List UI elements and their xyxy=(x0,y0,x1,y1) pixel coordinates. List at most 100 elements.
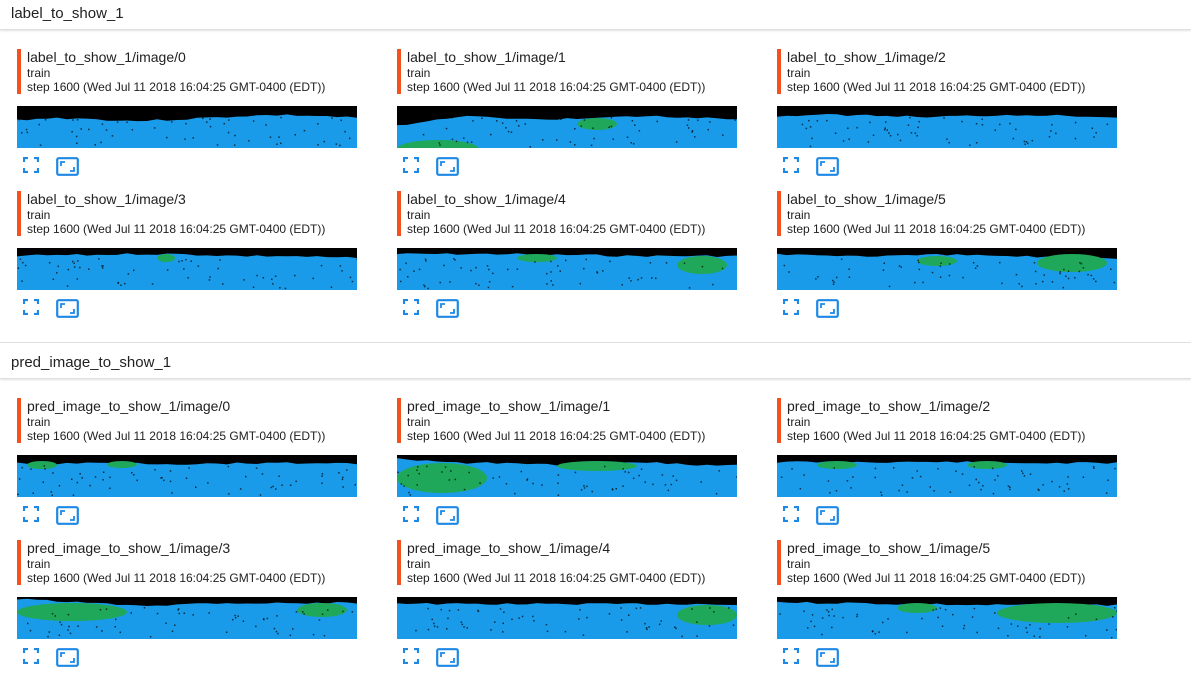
card-step: step 1600 (Wed Jul 11 2018 16:04:25 GMT-… xyxy=(407,80,706,94)
actual-size-button[interactable] xyxy=(816,299,839,322)
actual-size-button[interactable] xyxy=(816,506,839,529)
actual-size-button[interactable] xyxy=(436,299,459,319)
card-header: label_to_show_1/image/5 train step 1600 … xyxy=(777,191,1119,236)
card-header: label_to_show_1/image/1 train step 1600 … xyxy=(397,49,739,94)
card-actions xyxy=(17,639,359,669)
card-image[interactable] xyxy=(17,597,357,639)
card-image[interactable] xyxy=(397,597,737,639)
actual-size-icon xyxy=(816,157,839,180)
actual-size-icon xyxy=(56,157,79,180)
card-step: step 1600 (Wed Jul 11 2018 16:04:25 GMT-… xyxy=(407,571,706,585)
fullscreen-button[interactable] xyxy=(402,505,425,526)
actual-size-button[interactable] xyxy=(56,506,79,526)
card-step: step 1600 (Wed Jul 11 2018 16:04:25 GMT-… xyxy=(27,80,326,94)
card-step: step 1600 (Wed Jul 11 2018 16:04:25 GMT-… xyxy=(407,222,706,236)
fullscreen-button[interactable] xyxy=(22,298,45,319)
card-run: train xyxy=(407,557,431,571)
card-title: pred_image_to_show_1/image/0 xyxy=(27,398,231,414)
card-run: train xyxy=(407,208,431,222)
card-header: label_to_show_1/image/2 train step 1600 … xyxy=(777,49,1119,94)
card-title: label_to_show_1/image/5 xyxy=(787,191,946,207)
card-actions xyxy=(777,497,1119,527)
card-run: train xyxy=(407,66,431,80)
actual-size-button[interactable] xyxy=(436,648,459,671)
actual-size-button[interactable] xyxy=(56,299,79,319)
card-title: label_to_show_1/image/4 xyxy=(407,191,566,207)
card-run: train xyxy=(787,66,811,80)
fullscreen-button[interactable] xyxy=(402,156,425,177)
card-actions xyxy=(397,290,739,320)
card-image[interactable] xyxy=(777,106,1117,148)
card-actions xyxy=(397,148,739,178)
fullscreen-button[interactable] xyxy=(22,647,45,668)
actual-size-button[interactable] xyxy=(56,157,79,180)
actual-size-button[interactable] xyxy=(816,648,839,668)
fullscreen-icon xyxy=(402,298,420,319)
card-image[interactable] xyxy=(17,106,357,148)
card-run: train xyxy=(787,557,811,571)
card-actions xyxy=(397,497,739,527)
image-card: label_to_show_1/image/3 train step 1600 … xyxy=(17,191,359,320)
fullscreen-icon xyxy=(782,647,800,668)
actual-size-icon xyxy=(56,648,79,671)
fullscreen-button[interactable] xyxy=(782,298,805,319)
card-grid: label_to_show_1/image/0 train step 1600 … xyxy=(0,30,1191,342)
card-step: step 1600 (Wed Jul 11 2018 16:04:25 GMT-… xyxy=(787,80,1086,94)
fullscreen-button[interactable] xyxy=(22,156,45,177)
image-card: pred_image_to_show_1/image/3 train step … xyxy=(17,540,359,669)
fullscreen-button[interactable] xyxy=(22,505,45,526)
fullscreen-button[interactable] xyxy=(402,647,425,668)
card-run: train xyxy=(27,208,51,222)
section-title[interactable]: pred_image_to_show_1 xyxy=(0,342,1191,379)
fullscreen-button[interactable] xyxy=(782,156,805,177)
card-title: label_to_show_1/image/2 xyxy=(787,49,946,65)
fullscreen-button[interactable] xyxy=(782,647,805,668)
card-run: train xyxy=(27,415,51,429)
fullscreen-button[interactable] xyxy=(782,505,805,526)
card-run: train xyxy=(787,415,811,429)
card-header: label_to_show_1/image/4 train step 1600 … xyxy=(397,191,739,236)
card-image[interactable] xyxy=(397,248,737,290)
actual-size-icon xyxy=(816,506,839,529)
actual-size-button[interactable] xyxy=(436,506,459,529)
actual-size-button[interactable] xyxy=(436,157,459,177)
actual-size-icon xyxy=(436,506,459,529)
card-image[interactable] xyxy=(397,106,737,148)
actual-size-button[interactable] xyxy=(56,648,79,671)
fullscreen-icon xyxy=(782,298,800,319)
fullscreen-button[interactable] xyxy=(402,298,425,319)
card-image[interactable] xyxy=(17,248,357,290)
card-image[interactable] xyxy=(17,455,357,497)
card-title: label_to_show_1/image/3 xyxy=(27,191,186,207)
card-title: pred_image_to_show_1/image/5 xyxy=(787,540,991,556)
actual-size-button[interactable] xyxy=(816,157,839,180)
card-header: label_to_show_1/image/0 train step 1600 … xyxy=(17,49,359,94)
image-card: pred_image_to_show_1/image/4 train step … xyxy=(397,540,739,669)
image-card: label_to_show_1/image/4 train step 1600 … xyxy=(397,191,739,320)
fullscreen-icon xyxy=(402,156,420,177)
card-image[interactable] xyxy=(777,455,1117,497)
card-title: pred_image_to_show_1/image/1 xyxy=(407,398,611,414)
card-title: label_to_show_1/image/0 xyxy=(27,49,186,65)
actual-size-icon xyxy=(436,648,459,671)
card-step: step 1600 (Wed Jul 11 2018 16:04:25 GMT-… xyxy=(787,429,1086,443)
card-header: label_to_show_1/image/3 train step 1600 … xyxy=(17,191,359,236)
card-title: pred_image_to_show_1/image/2 xyxy=(787,398,991,414)
card-title: label_to_show_1/image/1 xyxy=(407,49,566,65)
fullscreen-icon xyxy=(22,156,40,177)
actual-size-icon xyxy=(816,299,839,322)
image-card: label_to_show_1/image/2 train step 1600 … xyxy=(777,49,1119,178)
card-image[interactable] xyxy=(397,455,737,497)
card-image[interactable] xyxy=(777,248,1117,290)
card-header: pred_image_to_show_1/image/3 train step … xyxy=(17,540,359,585)
card-image[interactable] xyxy=(777,597,1117,639)
card-header: pred_image_to_show_1/image/2 train step … xyxy=(777,398,1119,443)
image-card: pred_image_to_show_1/image/5 train step … xyxy=(777,540,1119,669)
card-header: pred_image_to_show_1/image/0 train step … xyxy=(17,398,359,443)
section-label-to-show: label_to_show_1 label_to_show_1/image/0 … xyxy=(0,0,1191,342)
fullscreen-icon xyxy=(22,298,40,319)
section-title[interactable]: label_to_show_1 xyxy=(0,0,1191,30)
section-pred-image-to-show: pred_image_to_show_1 pred_image_to_show_… xyxy=(0,342,1191,689)
image-card: pred_image_to_show_1/image/1 train step … xyxy=(397,398,739,527)
image-card: label_to_show_1/image/0 train step 1600 … xyxy=(17,49,359,178)
